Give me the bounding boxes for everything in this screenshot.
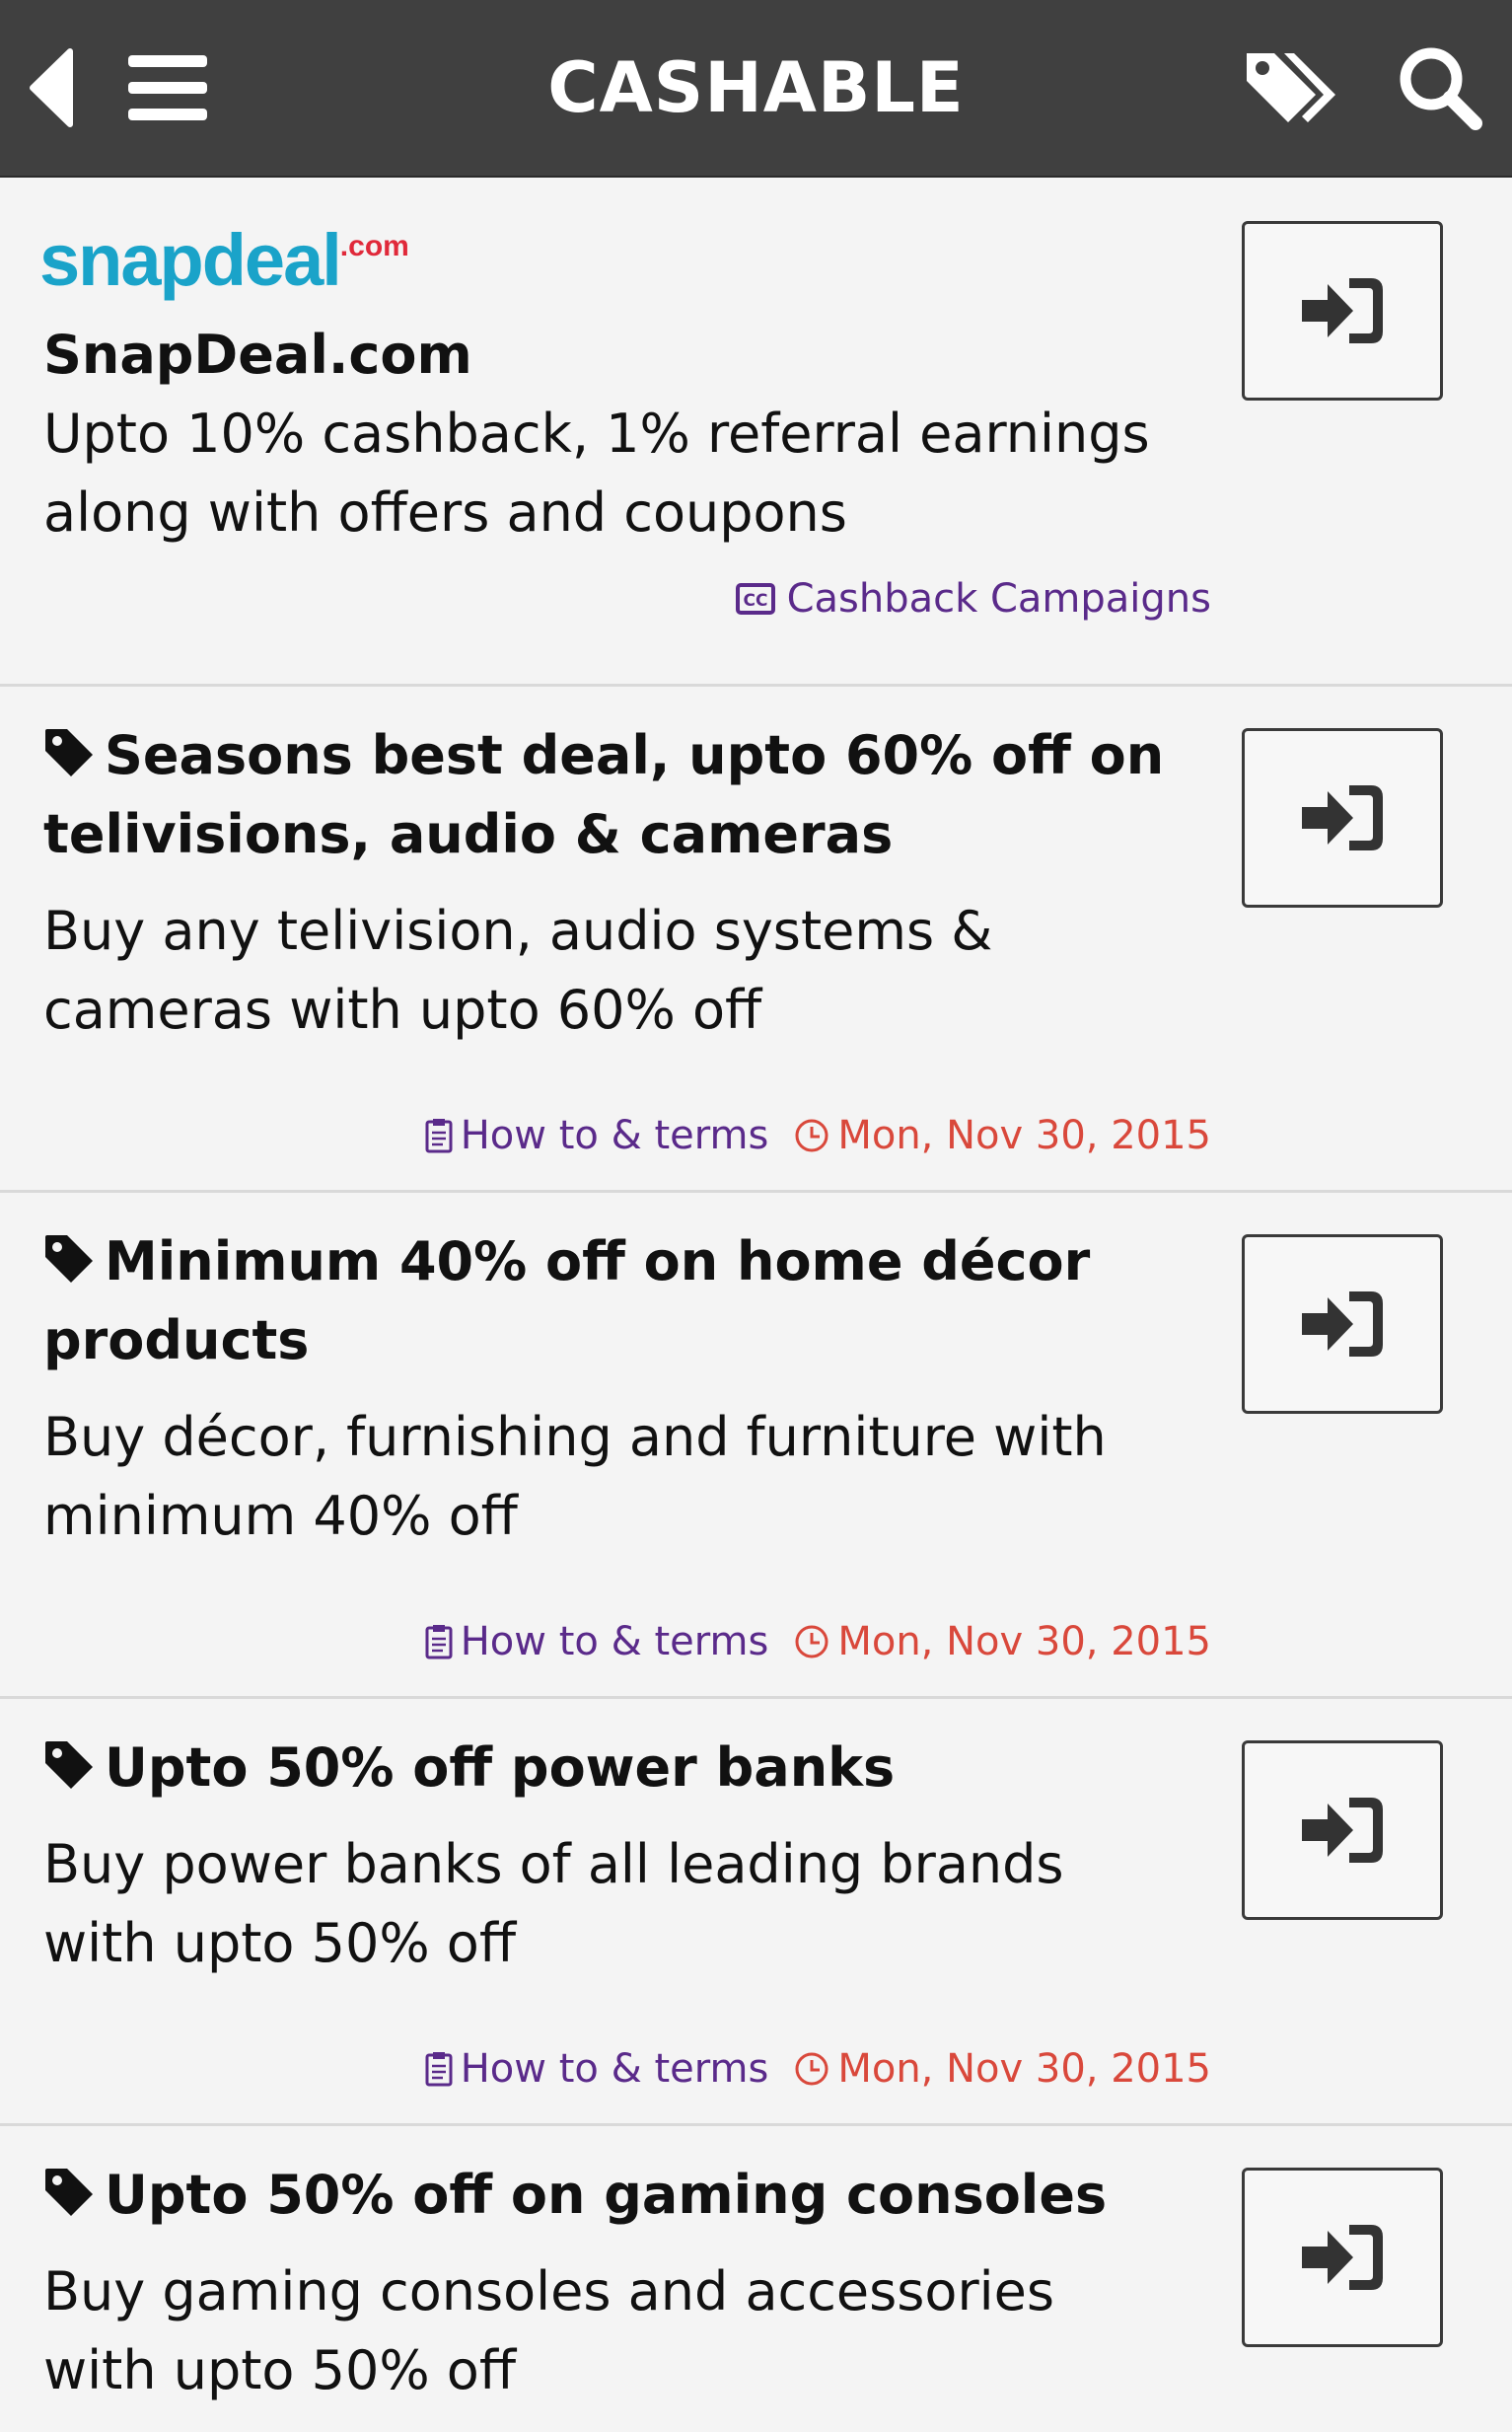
deal-expiry: Mon, Nov 30, 2015 [794, 1619, 1211, 1664]
tag-icon [45, 1235, 93, 1284]
deal-card: Minimum 40% off on home décor products B… [0, 1193, 1512, 1699]
deal-description: Buy décor, furnishing and furniture with… [43, 1406, 1107, 1547]
tag-icon [45, 729, 93, 777]
deal-title: Minimum 40% off on home décor products [43, 1230, 1091, 1371]
grab-deal-button[interactable] [1242, 1234, 1443, 1414]
sign-in-icon [1302, 785, 1383, 850]
clipboard-icon [425, 2052, 453, 2087]
back-button[interactable] [18, 0, 87, 176]
sign-in-icon [1302, 278, 1383, 343]
cc-icon: CC [735, 583, 775, 615]
store-name: SnapDeal.com [43, 324, 472, 386]
tags-icon [1247, 53, 1335, 122]
deal-expiry: Mon, Nov 30, 2015 [794, 1113, 1211, 1158]
menu-icon [128, 55, 207, 120]
sign-in-icon [1302, 1291, 1383, 1357]
deal-meta: How to & terms Mon, Nov 30, 2015 [425, 1113, 1211, 1158]
cashback-campaigns-link[interactable]: CC Cashback Campaigns [735, 576, 1211, 622]
deal-card: Upto 50% off power banks Buy power banks… [0, 1699, 1512, 2126]
terms-link[interactable]: How to & terms [425, 1113, 768, 1158]
deal-description: Buy power banks of all leading brands wi… [43, 1833, 1064, 1974]
terms-link[interactable]: How to & terms [425, 1619, 768, 1664]
sign-in-icon [1302, 1798, 1383, 1863]
back-icon [30, 48, 73, 127]
terms-link[interactable]: How to & terms [425, 2046, 768, 2092]
grab-deal-button[interactable] [1242, 2168, 1443, 2347]
deal-expiry: Mon, Nov 30, 2015 [794, 2046, 1211, 2092]
clipboard-icon [425, 1625, 453, 1659]
tag-icon [45, 2169, 93, 2217]
clock-icon [795, 2052, 828, 2086]
visit-store-button[interactable] [1242, 221, 1443, 401]
clock-icon [795, 1119, 828, 1152]
deal-description: Buy any telivision, audio systems & came… [43, 900, 993, 1041]
deal-meta: How to & terms Mon, Nov 30, 2015 [425, 2046, 1211, 2092]
grab-deal-button[interactable] [1242, 1740, 1443, 1920]
search-icon [1400, 47, 1482, 130]
grab-deal-button[interactable] [1242, 728, 1443, 908]
search-button[interactable] [1386, 0, 1494, 176]
deal-description: Buy gaming consoles and accessories with… [43, 2260, 1054, 2401]
top-app-bar: CASHABLE [0, 0, 1512, 178]
deal-title: Seasons best deal, upto 60% off on teliv… [43, 724, 1165, 865]
sign-in-icon [1302, 2225, 1383, 2290]
menu-button[interactable] [118, 0, 217, 176]
deal-card: Seasons best deal, upto 60% off on teliv… [0, 687, 1512, 1193]
clock-icon [795, 1625, 828, 1658]
offers-button[interactable] [1238, 0, 1346, 176]
svg-text:CC: CC [743, 591, 767, 611]
snapdeal-logo: snapdeal.com [39, 219, 409, 301]
deal-meta: How to & terms Mon, Nov 30, 2015 [425, 1619, 1211, 1664]
deal-card: Upto 50% off on gaming consoles Buy gami… [0, 2126, 1512, 2432]
deal-title: Upto 50% off power banks [43, 1729, 1178, 1807]
tag-icon [45, 1741, 93, 1790]
cashback-campaigns-label: Cashback Campaigns [786, 576, 1211, 622]
store-card: snapdeal.com SnapDeal.com Upto 10% cashb… [0, 178, 1512, 687]
deal-title: Upto 50% off on gaming consoles [43, 2156, 1178, 2235]
clipboard-icon [425, 1119, 453, 1153]
store-description: Upto 10% cashback, 1% referral earnings … [43, 403, 1150, 544]
